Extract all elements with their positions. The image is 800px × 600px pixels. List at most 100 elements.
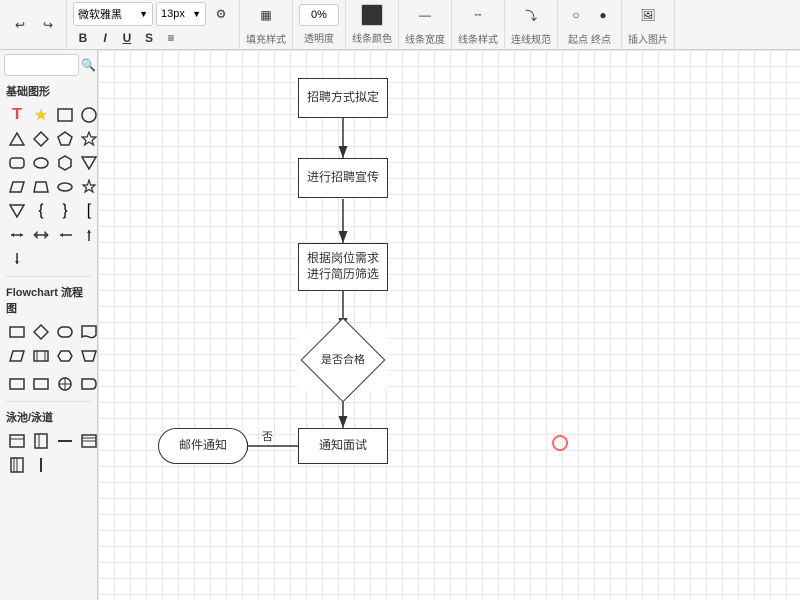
line-style-button[interactable]: ╌ bbox=[462, 3, 494, 27]
svg-text:否: 否 bbox=[262, 431, 273, 443]
pool-title: 泳池/泳道 bbox=[0, 406, 97, 428]
shape-star[interactable] bbox=[78, 128, 98, 150]
shape-pentagon[interactable] bbox=[54, 128, 76, 150]
shape-hexagon[interactable] bbox=[54, 152, 76, 174]
line-style-label: 线条样式 bbox=[458, 31, 498, 46]
fc-preparation[interactable] bbox=[54, 345, 76, 367]
node-interview-notify[interactable]: 通知面试 bbox=[298, 428, 388, 464]
font-size-dropdown[interactable]: 13px ▼ bbox=[156, 2, 206, 26]
fc-or[interactable] bbox=[30, 373, 52, 395]
end-point-button[interactable]: ● bbox=[591, 3, 615, 27]
main-toolbar: ↩ ↪ 微软雅黑 ▼ 13px ▼ ⚙ B I U S ≡ bbox=[0, 0, 800, 50]
shape-arrow-down[interactable] bbox=[6, 248, 28, 270]
pool-divider-v[interactable] bbox=[30, 454, 52, 476]
search-button[interactable]: 🔍 bbox=[81, 56, 96, 74]
fc-manual[interactable] bbox=[78, 345, 98, 367]
fc-terminal[interactable] bbox=[54, 321, 76, 343]
shape-arrow-left[interactable] bbox=[54, 224, 76, 246]
canvas-content: 否 招聘方式拟定 进行招聘宣传 根据岗位需求 进行简历筛选 是否合格 通知面试 bbox=[98, 50, 800, 600]
shape-rounded-rect[interactable] bbox=[6, 152, 28, 174]
shape-ellipse[interactable] bbox=[30, 152, 52, 174]
shape-diamond[interactable] bbox=[30, 128, 52, 150]
undo-redo-section: ↩ ↪ bbox=[8, 0, 67, 49]
cursor-indicator bbox=[552, 435, 568, 451]
shape-parallelogram[interactable] bbox=[6, 176, 28, 198]
shape-triangle[interactable] bbox=[6, 128, 28, 150]
node-recruitment-promo[interactable]: 进行招聘宣传 bbox=[298, 158, 388, 198]
main-area: 🔍 基础图形 T bbox=[0, 50, 800, 600]
shape-star-outline[interactable] bbox=[78, 176, 98, 198]
pool-v[interactable] bbox=[30, 430, 52, 452]
shape-double-arrow-h2[interactable] bbox=[30, 224, 52, 246]
align-left-button[interactable]: ≡ bbox=[161, 28, 181, 48]
pool-divider-h[interactable] bbox=[54, 430, 76, 452]
shape-star-yellow[interactable] bbox=[30, 104, 52, 126]
node-qualified-decision[interactable]: 是否合格 bbox=[298, 330, 388, 390]
style-section: ▦ 填充样式 bbox=[246, 0, 293, 49]
shape-arrow-up[interactable] bbox=[78, 224, 98, 246]
pool-2lane-h[interactable] bbox=[78, 430, 98, 452]
redo-button[interactable]: ↪ bbox=[36, 13, 60, 37]
fc-connector[interactable] bbox=[6, 373, 28, 395]
shape-bracket-left[interactable]: [ bbox=[78, 200, 98, 222]
fill-style-button[interactable]: ▦ bbox=[250, 3, 282, 27]
strikethrough-button[interactable]: S bbox=[139, 28, 159, 48]
fc-decision[interactable] bbox=[30, 321, 52, 343]
font-size-label: 13px bbox=[161, 8, 185, 20]
shape-double-arrow-h[interactable] bbox=[6, 224, 28, 246]
connect-style-button[interactable]: ⤵ bbox=[515, 3, 547, 27]
node-qualified-text: 是否合格 bbox=[321, 353, 365, 367]
font-name-label: 微软雅黑 bbox=[78, 6, 122, 22]
font-name-dropdown[interactable]: 微软雅黑 ▼ bbox=[73, 2, 153, 26]
start-point-button[interactable]: ○ bbox=[564, 3, 588, 27]
search-input[interactable] bbox=[4, 54, 79, 76]
font-options-button[interactable]: ⚙ bbox=[209, 2, 233, 26]
line-width-button[interactable]: — bbox=[409, 3, 441, 27]
shape-left-brace[interactable]: { bbox=[30, 200, 52, 222]
shape-rect[interactable] bbox=[54, 104, 76, 126]
pool-2lane-v[interactable] bbox=[6, 454, 28, 476]
shape-right-brace[interactable]: } bbox=[54, 200, 76, 222]
opacity-input[interactable] bbox=[299, 4, 339, 26]
flowchart-shapes-grid-2 bbox=[0, 371, 97, 397]
fc-summing[interactable] bbox=[54, 373, 76, 395]
arrows-layer: 否 bbox=[98, 50, 800, 600]
shape-down-triangle[interactable] bbox=[78, 152, 98, 174]
line-color-label: 线条颜色 bbox=[352, 30, 392, 45]
fc-document[interactable] bbox=[78, 321, 98, 343]
flowchart-shapes-grid bbox=[0, 319, 97, 369]
shape-trapezoid[interactable] bbox=[30, 176, 52, 198]
underline-button[interactable]: U bbox=[117, 28, 137, 48]
canvas-area[interactable]: 否 招聘方式拟定 进行招聘宣传 根据岗位需求 进行简历筛选 是否合格 通知面试 bbox=[98, 50, 800, 600]
section-divider-2 bbox=[6, 401, 91, 402]
shape-text[interactable]: T bbox=[6, 104, 28, 126]
line-width-label: 线条宽度 bbox=[405, 31, 445, 46]
pool-h[interactable] bbox=[6, 430, 28, 452]
fc-predefined[interactable] bbox=[30, 345, 52, 367]
pool-shapes-grid bbox=[0, 428, 97, 478]
fc-data[interactable] bbox=[6, 345, 28, 367]
node-recruitment-plan[interactable]: 招聘方式拟定 bbox=[298, 78, 388, 118]
section-divider-1 bbox=[6, 276, 91, 277]
fill-style-label: 填充样式 bbox=[246, 31, 286, 46]
bold-button[interactable]: B bbox=[73, 28, 93, 48]
fc-process[interactable] bbox=[6, 321, 28, 343]
fc-delay[interactable] bbox=[78, 373, 98, 395]
insert-image-label: 插入图片 bbox=[628, 31, 668, 46]
basic-shapes-grid: T bbox=[0, 102, 97, 272]
italic-button[interactable]: I bbox=[95, 28, 115, 48]
node-email-notify[interactable]: 邮件通知 bbox=[158, 428, 248, 464]
undo-button[interactable]: ↩ bbox=[8, 13, 32, 37]
line-width-section: — 线条宽度 bbox=[405, 0, 452, 49]
connect-style-label: 连线规范 bbox=[511, 31, 551, 46]
line-color-swatch[interactable] bbox=[361, 4, 383, 26]
shape-oval[interactable] bbox=[54, 176, 76, 198]
shape-circle[interactable] bbox=[78, 104, 98, 126]
connect-style-section: ⤵ 连线规范 bbox=[511, 0, 558, 49]
opacity-label: 透明度 bbox=[304, 30, 334, 45]
node-resume-screening[interactable]: 根据岗位需求 进行简历筛选 bbox=[298, 243, 388, 291]
insert-image-button[interactable]: 🖼 bbox=[630, 3, 666, 27]
node-interview-notify-text: 通知面试 bbox=[319, 438, 367, 454]
shape-inv-triangle[interactable] bbox=[6, 200, 28, 222]
line-style-section: ╌ 线条样式 bbox=[458, 0, 505, 49]
